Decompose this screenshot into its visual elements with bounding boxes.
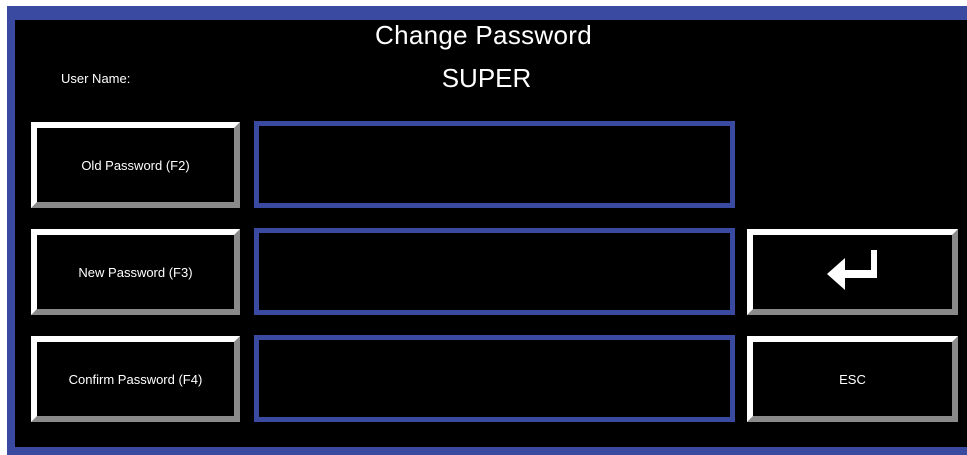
new-password-button[interactable]: New Password (F3) [31, 229, 240, 315]
new-password-button-label: New Password (F3) [78, 264, 193, 280]
dialog-title: Change Password [375, 20, 592, 50]
confirm-password-button-label: Confirm Password (F4) [68, 371, 203, 387]
enter-button[interactable] [747, 229, 958, 315]
confirm-password-field[interactable] [254, 335, 735, 422]
enter-return-arrow-icon [826, 250, 877, 290]
old-password-button-label: Old Password (F2) [81, 157, 190, 173]
esc-button-label: ESC [839, 371, 866, 387]
confirm-password-button[interactable]: Confirm Password (F4) [31, 336, 240, 422]
new-password-field[interactable] [254, 228, 735, 315]
old-password-button[interactable]: Old Password (F2) [31, 122, 240, 208]
old-password-field[interactable] [254, 121, 735, 208]
esc-button[interactable]: ESC [747, 336, 958, 422]
user-name-value: SUPER [441, 63, 532, 93]
